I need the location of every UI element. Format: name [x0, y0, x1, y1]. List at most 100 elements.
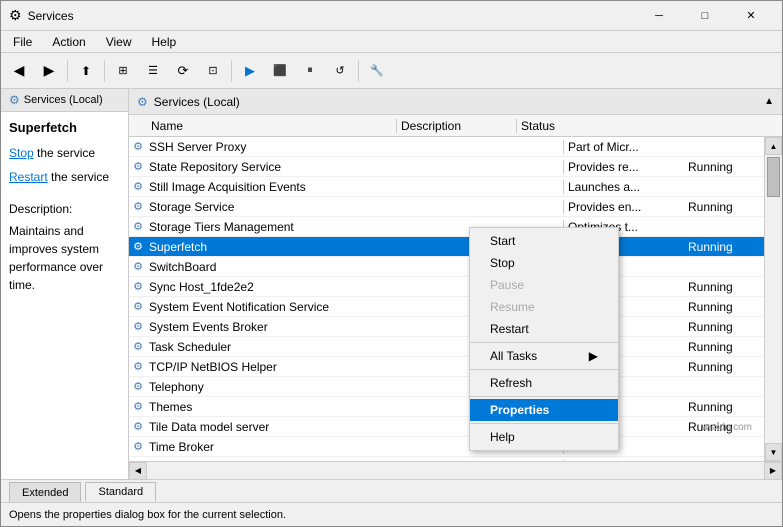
- toolbar-start[interactable]: ▶: [236, 57, 264, 85]
- table-row[interactable]: ⚙ System Events Broker Running: [129, 317, 782, 337]
- context-menu-item-restart[interactable]: Restart: [470, 318, 618, 340]
- table-row[interactable]: ⚙ System Event Notification Service Runn…: [129, 297, 782, 317]
- row-name: Storage Service: [147, 200, 564, 214]
- scroll-up-button[interactable]: ▲: [765, 137, 782, 155]
- stop-link[interactable]: Stop: [9, 146, 34, 160]
- table-row[interactable]: ⚙ Time Broker: [129, 437, 782, 457]
- toolbar-forward[interactable]: ▶: [35, 57, 63, 85]
- services-header-icon: ⚙: [137, 95, 148, 109]
- title-bar: ⚙ Services ─ □ ✕: [1, 1, 782, 31]
- row-desc: Launches a...: [564, 180, 684, 194]
- services-panel-header: ⚙ Services (Local) ▲: [129, 89, 782, 115]
- services-window: ⚙ Services ─ □ ✕ File Action View Help ◀…: [0, 0, 783, 527]
- scroll-down-button[interactable]: ▼: [765, 443, 782, 461]
- toolbar-separator-3: [231, 60, 232, 82]
- table-row[interactable]: ⚙ Storage Service Provides en... Running: [129, 197, 782, 217]
- row-status: Running: [684, 360, 764, 374]
- row-status: Running: [684, 280, 764, 294]
- row-status: Running: [684, 240, 764, 254]
- menu-view[interactable]: View: [98, 33, 140, 51]
- col-desc-header[interactable]: Description: [397, 119, 517, 133]
- table-row[interactable]: ⚙ Telephony: [129, 377, 782, 397]
- context-menu-item-properties[interactable]: Properties: [470, 399, 618, 421]
- row-name: State Repository Service: [147, 160, 564, 174]
- table-row[interactable]: ⚙ TCP/IP NetBIOS Helper Running: [129, 357, 782, 377]
- table-row[interactable]: ⚙ Storage Tiers Management Optimizes t..…: [129, 217, 782, 237]
- window-title: Services: [28, 9, 74, 23]
- toolbar-show-hide[interactable]: ⊞: [109, 57, 137, 85]
- context-menu-item-all-tasks[interactable]: All Tasks▶: [470, 345, 618, 367]
- table-row[interactable]: ⚙ Superfetch Running: [129, 237, 782, 257]
- col-name-header[interactable]: Name: [147, 119, 397, 133]
- menu-action[interactable]: Action: [44, 33, 93, 51]
- context-menu-item-refresh[interactable]: Refresh: [470, 372, 618, 394]
- status-text: Opens the properties dialog box for the …: [9, 509, 286, 521]
- description-text: Maintains and improves system performanc…: [9, 222, 120, 294]
- title-bar-controls: ─ □ ✕: [636, 1, 774, 31]
- row-icon: ⚙: [129, 280, 147, 293]
- context-menu-separator: [470, 396, 618, 397]
- toolbar-stop[interactable]: ⬛: [266, 57, 294, 85]
- table-row[interactable]: ⚙ Task Scheduler Running: [129, 337, 782, 357]
- row-name: Still Image Acquisition Events: [147, 180, 564, 194]
- toolbar: ◀ ▶ ⬆ ⊞ ☰ ⟳ ⊡ ▶ ⬛ ⏸ ↺ 🔧: [1, 53, 782, 89]
- scroll-track[interactable]: [765, 155, 782, 443]
- row-icon: ⚙: [129, 200, 147, 213]
- row-icon: ⚙: [129, 320, 147, 333]
- restart-link[interactable]: Restart: [9, 170, 48, 184]
- toolbar-export[interactable]: ⊡: [199, 57, 227, 85]
- horizontal-scrollbar[interactable]: ◀ ▶ wsxdn.com: [129, 461, 782, 479]
- menu-bar: File Action View Help: [1, 31, 782, 53]
- table-row[interactable]: ⚙ SwitchBoard: [129, 257, 782, 277]
- toolbar-list[interactable]: ☰: [139, 57, 167, 85]
- toolbar-refresh[interactable]: ⟳: [169, 57, 197, 85]
- row-icon: ⚙: [129, 260, 147, 273]
- table-row[interactable]: ⚙ Touch Keyboard and Handwriting Panel R…: [129, 457, 782, 461]
- context-menu-separator: [470, 342, 618, 343]
- scroll-up-icon[interactable]: ▲: [764, 96, 774, 107]
- row-icon: ⚙: [129, 220, 147, 233]
- menu-file[interactable]: File: [5, 33, 40, 51]
- table-row[interactable]: ⚙ Themes Running: [129, 397, 782, 417]
- toolbar-properties[interactable]: 🔧: [363, 57, 391, 85]
- tab-standard[interactable]: Standard: [85, 482, 156, 502]
- context-menu-item-help[interactable]: Help: [470, 426, 618, 448]
- scroll-right-button[interactable]: ▶: [764, 462, 782, 480]
- context-menu-separator: [470, 369, 618, 370]
- tab-extended[interactable]: Extended: [9, 482, 81, 502]
- nav-title: Services (Local): [24, 94, 103, 106]
- service-name-title: Superfetch: [9, 120, 120, 135]
- toolbar-separator-4: [358, 60, 359, 82]
- toolbar-restart[interactable]: ↺: [326, 57, 354, 85]
- left-info-panel: Superfetch Stop the service Restart the …: [1, 112, 129, 479]
- maximize-button[interactable]: □: [682, 1, 728, 31]
- col-status-header[interactable]: Status: [517, 119, 597, 133]
- scroll-left-button[interactable]: ◀: [129, 462, 147, 480]
- table-row[interactable]: ⚙ Tile Data model server Running: [129, 417, 782, 437]
- context-menu-item-stop[interactable]: Stop: [470, 252, 618, 274]
- toolbar-up[interactable]: ⬆: [72, 57, 100, 85]
- table-row[interactable]: ⚙ Sync Host_1fde2e2 Running: [129, 277, 782, 297]
- table-row[interactable]: ⚙ State Repository Service Provides re..…: [129, 157, 782, 177]
- row-icon: ⚙: [129, 140, 147, 153]
- toolbar-pause[interactable]: ⏸: [296, 57, 324, 85]
- scrollbar[interactable]: ▲ ▼: [764, 137, 782, 461]
- row-icon: ⚙: [129, 160, 147, 173]
- row-status: Running: [684, 400, 764, 414]
- context-menu-item-resume: Resume: [470, 296, 618, 318]
- content-area: ⚙ Services (Local) Superfetch Stop the s…: [1, 89, 782, 479]
- menu-help[interactable]: Help: [144, 33, 185, 51]
- table-row[interactable]: ⚙ Still Image Acquisition Events Launche…: [129, 177, 782, 197]
- tabs-bar: ExtendedStandard: [1, 480, 782, 502]
- nav-icon: ⚙: [9, 93, 20, 107]
- context-menu-item-start[interactable]: Start: [470, 230, 618, 252]
- row-name: Touch Keyboard and Handwriting Panel: [147, 460, 564, 462]
- close-button[interactable]: ✕: [728, 1, 774, 31]
- toolbar-back[interactable]: ◀: [5, 57, 33, 85]
- minimize-button[interactable]: ─: [636, 1, 682, 31]
- scroll-thumb[interactable]: [767, 157, 780, 197]
- context-menu-separator: [470, 423, 618, 424]
- table-row[interactable]: ⚙ SSH Server Proxy Part of Micr...: [129, 137, 782, 157]
- services-header-title: Services (Local): [154, 95, 240, 109]
- description-label: Description:: [9, 200, 120, 218]
